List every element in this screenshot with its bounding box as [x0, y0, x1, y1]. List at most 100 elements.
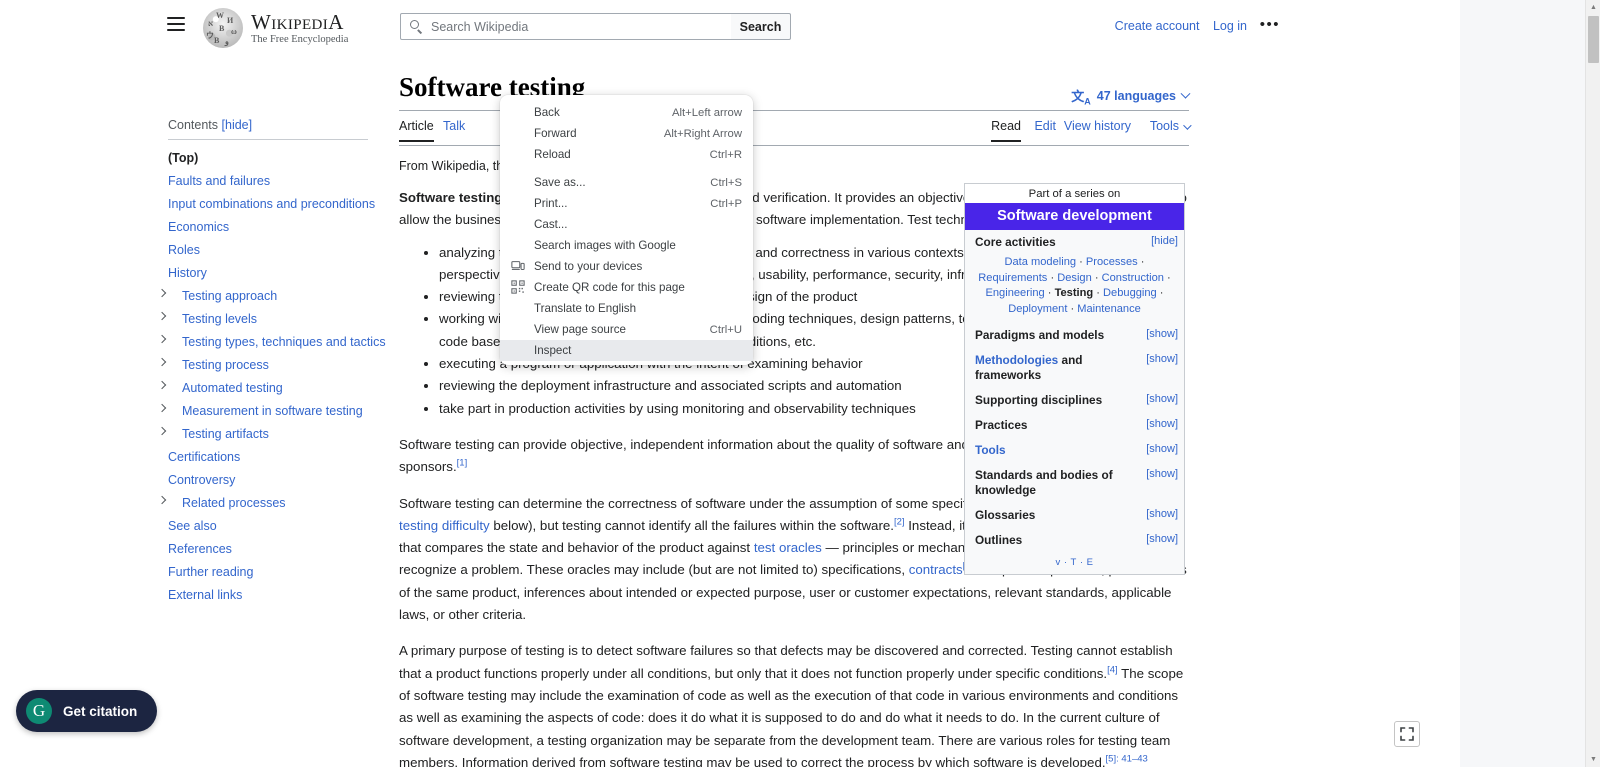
- log-in-link[interactable]: Log in: [1213, 19, 1247, 33]
- toc-item[interactable]: Controversy: [168, 468, 368, 491]
- toc-item[interactable]: Testing artifacts: [157, 422, 368, 445]
- infobox-label[interactable]: Tools: [975, 443, 1006, 457]
- infobox-label-link[interactable]: Tools: [975, 443, 1006, 457]
- wikipedia-logo[interactable]: W И א ω ウ B В و WIKIPEDIA The Free Encyc…: [203, 6, 363, 48]
- infobox-toggle[interactable]: [show]: [1146, 508, 1178, 520]
- chevron-right-icon[interactable]: [157, 495, 167, 505]
- chevron-right-icon[interactable]: [157, 403, 167, 413]
- tab-tools[interactable]: Tools: [1150, 119, 1192, 140]
- toc-item[interactable]: Testing process: [157, 353, 368, 376]
- infobox-label[interactable]: Methodologies and frameworks: [975, 353, 1083, 382]
- link-data-modeling[interactable]: Data modeling: [1005, 256, 1077, 268]
- toc-item[interactable]: Testing levels: [157, 307, 368, 330]
- toc-item[interactable]: External links: [168, 583, 368, 606]
- infobox-toggle[interactable]: [show]: [1146, 353, 1178, 365]
- get-citation-button[interactable]: G Get citation: [16, 690, 158, 732]
- reference-2[interactable]: [2]: [894, 516, 905, 527]
- scroll-up-arrow-icon[interactable]: ▲: [1586, 0, 1600, 15]
- toc-item[interactable]: References: [168, 537, 368, 560]
- toc-item[interactable]: Further reading: [168, 560, 368, 583]
- toc-item[interactable]: Input combinations and preconditions: [168, 192, 375, 215]
- context-menu-item[interactable]: Search images with Google: [500, 235, 753, 256]
- context-menu-item[interactable]: Translate to English: [500, 298, 753, 319]
- link-contracts[interactable]: contracts: [909, 562, 963, 577]
- scrollbar-thumb[interactable]: [1588, 16, 1599, 63]
- chevron-right-icon[interactable]: [157, 311, 167, 321]
- link-deployment[interactable]: Deployment: [1008, 303, 1067, 315]
- toc-item[interactable]: Measurement in software testing: [157, 399, 368, 422]
- link-requirements[interactable]: Requirements: [978, 272, 1047, 284]
- context-menu-item[interactable]: Back Alt+Left arrow: [500, 102, 753, 123]
- infobox-current-topic: Testing: [1054, 287, 1094, 299]
- chevron-down-icon: [1183, 121, 1192, 130]
- tab-talk[interactable]: Talk: [443, 119, 465, 140]
- infobox-toggle[interactable]: [show]: [1146, 328, 1178, 340]
- link-engineering[interactable]: Engineering: [985, 287, 1044, 299]
- vertical-scrollbar[interactable]: ▲ ▼: [1585, 0, 1600, 767]
- translate-icon: 文A: [1071, 89, 1091, 107]
- tab-read[interactable]: Read: [991, 119, 1021, 142]
- context-menu-item[interactable]: Inspect: [500, 340, 753, 361]
- tab-article[interactable]: Article: [399, 119, 434, 142]
- reference-5[interactable]: [5]: 41–43: [1106, 753, 1148, 764]
- link-maintenance[interactable]: Maintenance: [1077, 303, 1141, 315]
- context-menu-item[interactable]: Reload Ctrl+R: [500, 144, 753, 165]
- context-menu-item[interactable]: Send to your devices: [500, 256, 753, 277]
- link-design[interactable]: Design: [1057, 272, 1092, 284]
- infobox-label-link[interactable]: Methodologies: [975, 353, 1058, 367]
- context-menu-item[interactable]: Save as... Ctrl+S: [500, 172, 753, 193]
- link-construction[interactable]: Construction: [1102, 272, 1164, 284]
- infobox-toggle[interactable]: [show]: [1146, 418, 1178, 430]
- language-selector-button[interactable]: 文A 47 languages: [1071, 86, 1191, 107]
- toc-item[interactable]: History: [168, 261, 368, 284]
- toc-item-label: Controversy: [168, 472, 236, 487]
- tab-edit[interactable]: Edit: [1034, 119, 1056, 140]
- context-menu-item[interactable]: View page source Ctrl+U: [500, 319, 753, 340]
- infobox-row: Methodologies and frameworks [show]: [965, 348, 1184, 388]
- search-input[interactable]: [431, 19, 711, 34]
- more-options-icon[interactable]: •••: [1260, 17, 1280, 32]
- reference-1[interactable]: [1]: [457, 458, 468, 469]
- main-menu-icon[interactable]: [167, 17, 185, 31]
- search-box[interactable]: [400, 13, 732, 40]
- chevron-right-icon[interactable]: [157, 426, 167, 436]
- infobox-toggle[interactable]: [show]: [1146, 533, 1178, 545]
- tab-view-history[interactable]: View history: [1064, 119, 1131, 140]
- infobox-toggle[interactable]: [show]: [1146, 443, 1178, 455]
- link-debugging[interactable]: Debugging: [1103, 287, 1157, 299]
- toc-hide-link[interactable]: [hide]: [222, 118, 253, 132]
- link-test-oracles[interactable]: test oracles: [754, 540, 822, 555]
- infobox-toggle[interactable]: [hide]: [1151, 235, 1178, 247]
- chevron-right-icon[interactable]: [157, 357, 167, 367]
- context-menu-item[interactable]: Create QR code for this page: [500, 277, 753, 298]
- chevron-right-icon[interactable]: [157, 380, 167, 390]
- toc-item[interactable]: Roles: [168, 238, 368, 261]
- fullscreen-button[interactable]: [1394, 721, 1420, 747]
- chevron-right-icon[interactable]: [157, 334, 167, 344]
- toc-item[interactable]: Testing approach: [157, 284, 368, 307]
- scroll-down-arrow-icon[interactable]: ▼: [1586, 752, 1600, 767]
- toc-item[interactable]: Certifications: [168, 445, 368, 468]
- create-account-link[interactable]: Create account: [1115, 19, 1200, 33]
- toc-item[interactable]: See also: [168, 514, 368, 537]
- context-menu-item[interactable]: Print... Ctrl+P: [500, 193, 753, 214]
- toc-item[interactable]: (Top): [168, 146, 368, 169]
- context-menu-item-shortcut: Alt+Right Arrow: [663, 127, 742, 140]
- search-button[interactable]: Search: [731, 13, 791, 40]
- toc-item-label: Testing approach: [182, 288, 278, 303]
- context-menu-item[interactable]: Cast...: [500, 214, 753, 235]
- toc-item[interactable]: Related processes: [157, 491, 368, 514]
- chevron-right-icon[interactable]: [157, 288, 167, 298]
- browser-context-menu[interactable]: Back Alt+Left arrow Forward Alt+Right Arrow…: [500, 95, 753, 365]
- reference-4[interactable]: [4]: [1107, 664, 1118, 675]
- infobox-vte-links[interactable]: v · T · E: [965, 553, 1184, 574]
- link-processes[interactable]: Processes: [1086, 256, 1138, 268]
- infobox-toggle[interactable]: [show]: [1146, 393, 1178, 405]
- toc-item[interactable]: Faults and failures: [168, 169, 368, 192]
- toc-item-label: History: [168, 265, 207, 280]
- toc-item[interactable]: Testing types, techniques and tactics: [157, 330, 386, 353]
- context-menu-item[interactable]: Forward Alt+Right Arrow: [500, 123, 753, 144]
- toc-item[interactable]: Economics: [168, 215, 368, 238]
- infobox-toggle[interactable]: [show]: [1146, 468, 1178, 480]
- toc-item[interactable]: Automated testing: [157, 376, 368, 399]
